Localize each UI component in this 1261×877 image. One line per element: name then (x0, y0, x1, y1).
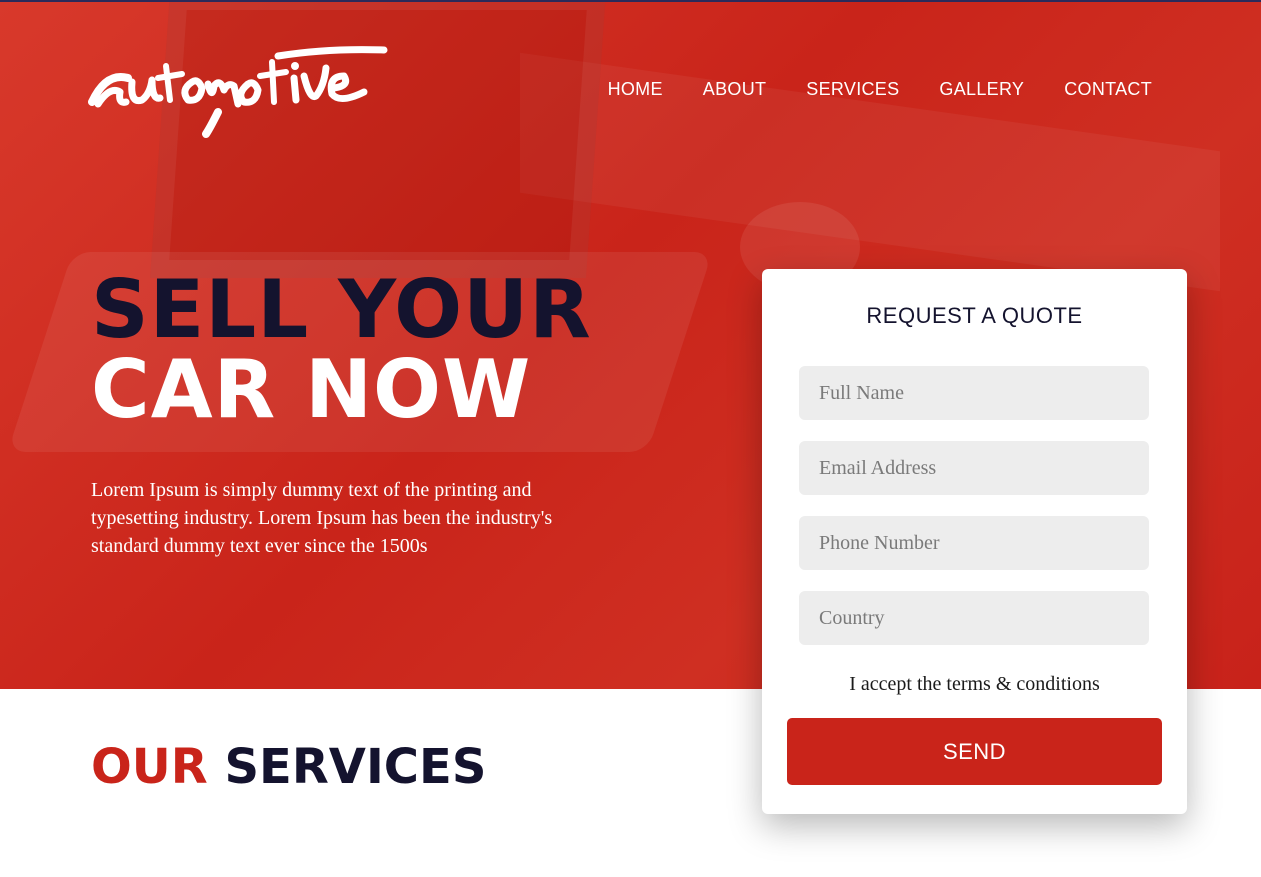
phone-input[interactable] (799, 516, 1149, 570)
country-input[interactable] (799, 591, 1149, 645)
nav-about[interactable]: ABOUT (703, 76, 767, 102)
main-nav: HOME ABOUT SERVICES GALLERY CONTACT (608, 76, 1152, 102)
send-button[interactable]: SEND (787, 718, 1162, 785)
quote-form: REQUEST A QUOTE I accept the terms & con… (762, 269, 1187, 814)
hero-headline: SELL YOUR CAR NOW (91, 270, 592, 430)
full-name-input[interactable] (799, 366, 1149, 420)
email-input[interactable] (799, 441, 1149, 495)
services-heading-main: SERVICES (224, 739, 487, 795)
terms-checkbox-label[interactable]: I accept the terms & conditions (762, 673, 1187, 696)
nav-home[interactable]: HOME (608, 76, 663, 102)
services-heading: OUR SERVICES (91, 738, 486, 796)
hero-intro-text: Lorem Ipsum is simply dummy text of the … (91, 479, 553, 557)
nav-services[interactable]: SERVICES (806, 76, 899, 102)
headline-line-2: CAR NOW (91, 343, 532, 436)
quote-form-title: REQUEST A QUOTE (866, 303, 1083, 328)
nav-contact[interactable]: CONTACT (1064, 76, 1152, 102)
headline-line-1: SELL YOUR (91, 263, 592, 356)
nav-gallery[interactable]: GALLERY (939, 76, 1024, 102)
services-heading-accent: OUR (91, 739, 208, 795)
automotive-logo[interactable] (88, 42, 388, 142)
